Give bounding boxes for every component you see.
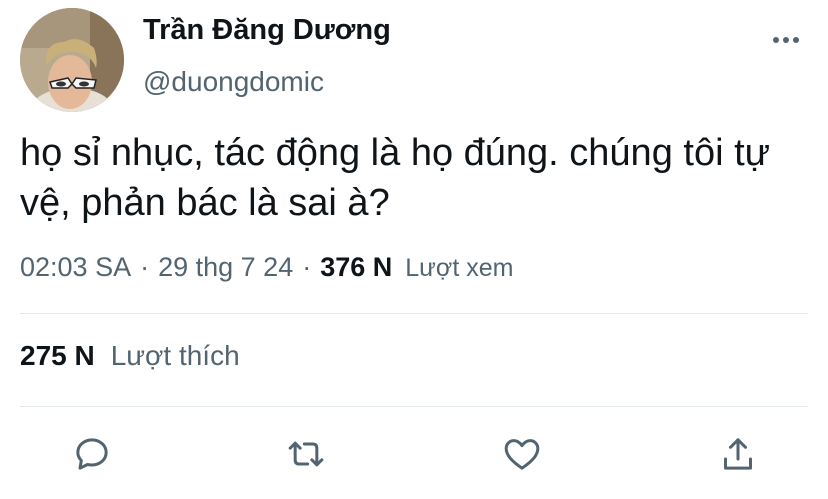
tweet-time[interactable]: 02:03 SA bbox=[20, 252, 131, 283]
divider bbox=[20, 406, 808, 407]
likes-label: Lượt thích bbox=[110, 340, 240, 371]
display-name[interactable]: Trần Đăng Dương bbox=[143, 14, 391, 47]
like-button[interactable] bbox=[498, 430, 546, 478]
tweet-meta: 02:03 SA · 29 thg 7 24 · 376 N Lượt xem bbox=[20, 252, 513, 283]
views-label: Lượt xem bbox=[405, 254, 514, 282]
reply-button[interactable] bbox=[68, 430, 116, 478]
meta-separator: · bbox=[302, 252, 312, 282]
share-button[interactable] bbox=[714, 430, 762, 478]
avatar[interactable] bbox=[20, 8, 124, 112]
likes-count: 275 N bbox=[20, 340, 95, 371]
more-horizontal-icon bbox=[773, 37, 799, 43]
share-icon bbox=[724, 438, 752, 470]
meta-separator: · bbox=[140, 252, 150, 282]
reply-icon bbox=[76, 438, 108, 470]
views-count: 376 N bbox=[320, 252, 393, 282]
tweet-text: họ sỉ nhục, tác động là họ đúng. chúng t… bbox=[20, 132, 771, 224]
user-handle[interactable]: @duongdomic bbox=[143, 66, 324, 98]
tweet-date[interactable]: 29 thg 7 24 bbox=[158, 252, 293, 283]
more-options-button[interactable] bbox=[766, 22, 806, 58]
likes-stat[interactable]: 275 N Lượt thích bbox=[20, 340, 240, 372]
divider bbox=[20, 313, 808, 314]
retweet-button[interactable] bbox=[282, 430, 330, 478]
retweet-icon bbox=[288, 441, 324, 467]
heart-icon bbox=[504, 439, 540, 470]
